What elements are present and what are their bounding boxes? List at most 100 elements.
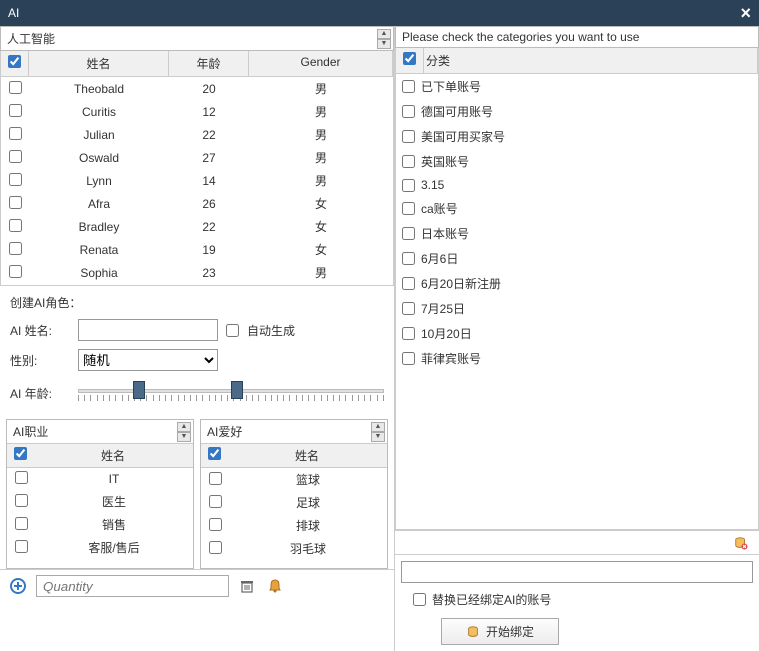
hobby-spinner[interactable]: ▲▼ (371, 422, 385, 442)
row-check[interactable] (402, 105, 415, 118)
row-check[interactable] (402, 227, 415, 240)
table-row[interactable]: Renata19女 (1, 238, 393, 261)
row-check[interactable] (9, 127, 22, 140)
categories-panel: Please check the categories you want to … (395, 26, 759, 530)
list-item[interactable]: 销售 (7, 513, 193, 536)
row-check[interactable] (402, 130, 415, 143)
trash-icon[interactable] (237, 576, 257, 596)
bell-icon[interactable] (265, 576, 285, 596)
category-row[interactable]: 10月20日 (396, 321, 758, 346)
db-remove-icon[interactable] (731, 533, 751, 553)
occ-spinner[interactable]: ▲▼ (177, 422, 191, 442)
category-row[interactable]: 美国可用买家号 (396, 124, 758, 149)
row-check[interactable] (402, 80, 415, 93)
gender-select[interactable]: 随机 (78, 349, 218, 371)
cell-age: 27 (169, 151, 249, 165)
occ-col[interactable]: 姓名 (33, 444, 193, 467)
replace-bound-check[interactable] (413, 593, 426, 606)
row-check[interactable] (209, 495, 222, 508)
row-check[interactable] (209, 541, 222, 554)
cat-col[interactable]: 分类 (424, 48, 758, 73)
category-row[interactable]: 6月20日新注册 (396, 271, 758, 296)
hobby-rows[interactable]: 篮球足球排球羽毛球 (201, 468, 387, 568)
row-check[interactable] (402, 179, 415, 192)
category-row[interactable]: 已下单账号 (396, 74, 758, 99)
table-row[interactable]: Sophia23男 (1, 261, 393, 284)
list-item[interactable]: IT (7, 468, 193, 490)
list-item[interactable]: 足球 (201, 491, 387, 514)
row-check[interactable] (9, 265, 22, 278)
cell-name: Lynn (29, 174, 169, 188)
category-row[interactable]: 日本账号 (396, 221, 758, 246)
category-row[interactable]: 菲律宾账号 (396, 346, 758, 371)
select-all-check[interactable] (8, 55, 21, 68)
row-check[interactable] (15, 540, 28, 553)
category-row[interactable]: 3.15 (396, 174, 758, 196)
row-check[interactable] (15, 494, 28, 507)
row-check[interactable] (9, 104, 22, 117)
row-check[interactable] (402, 277, 415, 290)
table-row[interactable]: Bradley22女 (1, 215, 393, 238)
category-row[interactable]: 7月25日 (396, 296, 758, 321)
row-check[interactable] (9, 150, 22, 163)
row-check[interactable] (402, 302, 415, 315)
table-row[interactable]: Afra26女 (1, 192, 393, 215)
list-item[interactable]: 羽毛球 (201, 537, 387, 560)
row-check[interactable] (402, 252, 415, 265)
category-row[interactable]: 6月6日 (396, 246, 758, 271)
row-check[interactable] (402, 202, 415, 215)
ai-name-input[interactable] (78, 319, 218, 341)
close-button[interactable]: × (740, 3, 751, 24)
table-row[interactable]: Gary25女 (1, 284, 393, 286)
category-row[interactable]: ca账号 (396, 196, 758, 221)
category-rows[interactable]: 已下单账号德国可用账号美国可用买家号英国账号3.15ca账号日本账号6月6日6月… (395, 74, 759, 530)
col-name[interactable]: 姓名 (29, 51, 169, 76)
start-bind-button[interactable]: 开始绑定 (441, 618, 559, 645)
auto-gen-label: 自动生成 (247, 322, 295, 339)
slider-thumb-low[interactable] (133, 381, 145, 399)
row-check[interactable] (9, 81, 22, 94)
row-check[interactable] (209, 518, 222, 531)
list-item[interactable]: 客服/售后 (7, 536, 193, 559)
row-check[interactable] (402, 327, 415, 340)
list-item[interactable]: 篮球 (201, 468, 387, 491)
spinner-buttons[interactable]: ▲▼ (377, 29, 391, 49)
occ-rows[interactable]: IT医生销售客服/售后 (7, 468, 193, 568)
table-row[interactable]: Julian22男 (1, 123, 393, 146)
table-row[interactable]: Lynn14男 (1, 169, 393, 192)
row-check[interactable] (402, 155, 415, 168)
row-check[interactable] (9, 242, 22, 255)
hobby-col[interactable]: 姓名 (227, 444, 387, 467)
category-label: 已下单账号 (421, 78, 481, 95)
category-row[interactable]: 德国可用账号 (396, 99, 758, 124)
col-gender[interactable]: Gender (249, 51, 393, 76)
name-label: AI 姓名: (10, 322, 70, 339)
list-item[interactable]: 排球 (201, 514, 387, 537)
col-age[interactable]: 年龄 (169, 51, 249, 76)
table-row[interactable]: Theobald20男 (1, 77, 393, 100)
hobby-select-all[interactable] (208, 447, 221, 460)
table-row[interactable]: Oswald27男 (1, 146, 393, 169)
category-row[interactable]: 英国账号 (396, 149, 758, 174)
row-check[interactable] (402, 352, 415, 365)
row-check[interactable] (9, 196, 22, 209)
add-icon[interactable] (8, 576, 28, 596)
bind-target-input[interactable] (401, 561, 753, 583)
cat-select-all[interactable] (403, 52, 416, 65)
row-check[interactable] (15, 471, 28, 484)
slider-thumb-high[interactable] (231, 381, 243, 399)
row-check[interactable] (15, 517, 28, 530)
row-check[interactable] (209, 472, 222, 485)
row-check[interactable] (9, 219, 22, 232)
quantity-input[interactable] (36, 575, 229, 597)
cell-name: 排球 (229, 517, 387, 534)
ai-list-title: 人工智能 (7, 30, 55, 47)
row-check[interactable] (9, 173, 22, 186)
category-label: 美国可用买家号 (421, 128, 505, 145)
occ-select-all[interactable] (14, 447, 27, 460)
list-item[interactable]: 医生 (7, 490, 193, 513)
ai-list-rows[interactable]: Theobald20男Curitis12男Julian22男Oswald27男L… (0, 77, 394, 286)
auto-gen-check[interactable] (226, 324, 239, 337)
table-row[interactable]: Curitis12男 (1, 100, 393, 123)
age-range-slider[interactable] (78, 379, 384, 407)
